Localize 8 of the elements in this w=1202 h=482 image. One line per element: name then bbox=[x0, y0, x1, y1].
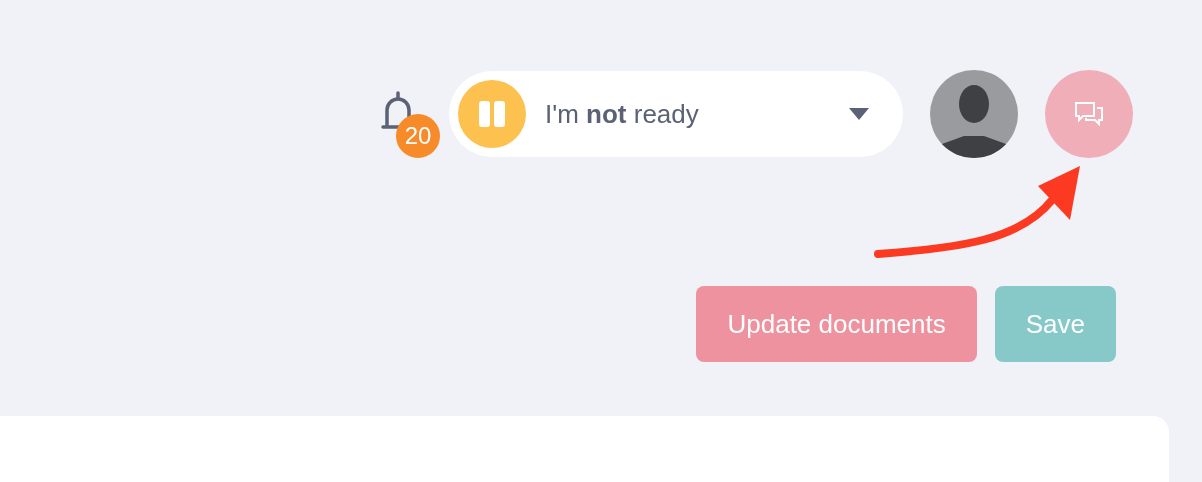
save-button[interactable]: Save bbox=[994, 286, 1116, 362]
update-documents-button[interactable]: Update documents bbox=[696, 286, 977, 362]
caret-icon bbox=[849, 108, 869, 120]
notifications-button[interactable]: 20 bbox=[374, 86, 440, 158]
status-dropdown[interactable]: I'm not ready bbox=[449, 71, 903, 157]
notification-badge: 20 bbox=[396, 114, 440, 158]
pause-icon bbox=[458, 80, 526, 148]
chat-icon bbox=[1074, 101, 1104, 127]
